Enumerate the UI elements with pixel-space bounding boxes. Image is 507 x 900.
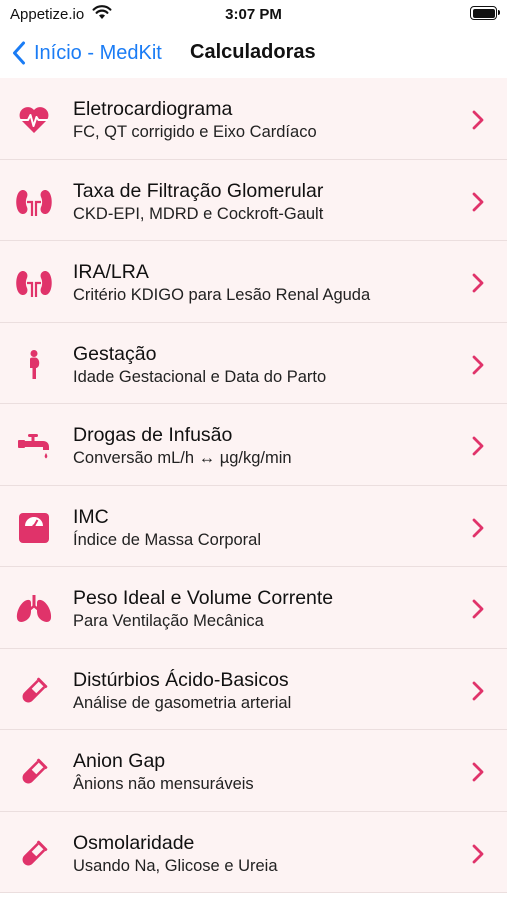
kidneys-icon [14, 182, 54, 222]
row-title: IRA/LRA [73, 261, 149, 283]
battery-icon [470, 6, 500, 20]
calculator-row-ira-lra[interactable]: IRA/LRA Critério KDIGO para Lesão Renal … [0, 241, 507, 323]
calculator-row-taxa-filtracao-glomerular[interactable]: Taxa de Filtração Glomerular CKD-EPI, MD… [0, 159, 507, 241]
row-subtitle: CKD-EPI, MDRD e Cockroft-Gault [73, 204, 324, 223]
row-title: IMC [73, 505, 109, 528]
kidneys-icon [14, 263, 54, 303]
row-subtitle: Critério KDIGO para Lesão Renal Aguda [73, 286, 371, 304]
chevron-right-icon [471, 680, 485, 702]
calculator-row-gestacao[interactable]: Gestação Idade Gestacional e Data do Par… [0, 322, 507, 404]
calculator-row-anion-gap[interactable]: Anion Gap Ânions não mensuráveis [0, 730, 507, 812]
test-tube-icon [14, 752, 54, 792]
chevron-right-icon [471, 191, 485, 213]
calculator-row-eletrocardiograma[interactable]: Eletrocardiograma FC, QT corrigido e Eix… [0, 78, 507, 160]
status-time: 3:07 PM [225, 6, 282, 23]
row-title: Anion Gap [73, 750, 166, 772]
heartbeat-icon [14, 100, 54, 140]
status-bar: Appetize.io 3:07 PM [0, 0, 507, 28]
calculator-row-disturbios-acido-basicos[interactable]: Distúrbios Ácido-Basicos Análise de gaso… [0, 648, 507, 730]
chevron-right-icon [471, 109, 485, 131]
chevron-right-icon [471, 272, 485, 294]
faucet-icon [14, 426, 54, 466]
back-label: Início - MedKit [34, 41, 162, 64]
calculator-row-osmolaridade[interactable]: Osmolaridade Usando Na, Glicose e Ureia [0, 811, 507, 893]
chevron-right-icon [471, 435, 485, 457]
row-subtitle: Conversão mL/h ↔ µg/kg/min [73, 449, 292, 467]
row-title: Drogas de Infusão [73, 424, 233, 446]
row-subtitle: Índice de Massa Corporal [73, 530, 262, 549]
row-subtitle: Para Ventilação Mecânica [73, 612, 264, 630]
calculator-row-peso-ideal[interactable]: Peso Ideal e Volume Corrente Para Ventil… [0, 567, 507, 649]
calculator-list: Eletrocardiograma FC, QT corrigido e Eix… [0, 78, 507, 893]
back-button[interactable]: Início - MedKit [8, 38, 162, 68]
chevron-right-icon [471, 761, 485, 783]
chevron-right-icon [471, 843, 485, 865]
test-tube-icon [14, 671, 54, 711]
row-title: Distúrbios Ácido-Basicos [73, 668, 289, 691]
navigation-bar: Início - MedKit Calculadoras [0, 28, 507, 78]
row-title: Peso Ideal e Volume Corrente [73, 587, 334, 609]
row-subtitle: Ânions não mensuráveis [73, 775, 254, 793]
calculator-row-drogas-infusao[interactable]: Drogas de Infusão Conversão mL/h ↔ µg/kg… [0, 404, 507, 486]
calculator-row-imc[interactable]: IMC Índice de Massa Corporal [0, 485, 507, 567]
row-title: Taxa de Filtração Glomerular [73, 179, 324, 202]
test-tube-icon [14, 834, 54, 874]
row-title: Eletrocardiograma [73, 98, 233, 120]
pregnant-woman-icon [14, 345, 54, 385]
chevron-left-icon [8, 38, 30, 68]
row-subtitle: FC, QT corrigido e Eixo Cardíaco [73, 123, 317, 141]
chevron-right-icon [471, 517, 485, 539]
chevron-right-icon [471, 598, 485, 620]
weight-scale-icon [14, 508, 54, 548]
chevron-right-icon [471, 354, 485, 376]
page-title: Calculadoras [190, 41, 316, 63]
row-subtitle: Análise de gasometria arterial [73, 693, 292, 712]
row-subtitle: Usando Na, Glicose e Ureia [73, 856, 278, 875]
row-title: Osmolaridade [73, 831, 195, 854]
row-subtitle: Idade Gestacional e Data do Parto [73, 367, 327, 386]
lungs-icon [14, 589, 54, 629]
row-title: Gestação [73, 342, 157, 365]
